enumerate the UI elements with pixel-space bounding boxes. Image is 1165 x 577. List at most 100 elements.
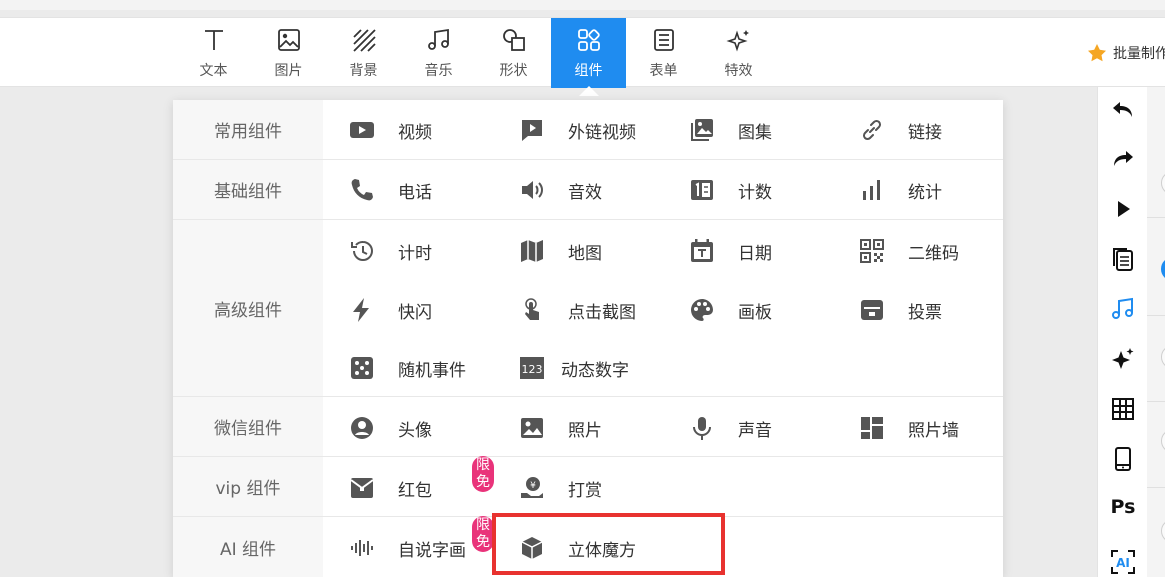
undo-button[interactable] — [1110, 97, 1136, 123]
component-photo-wall[interactable]: 照片墙 — [859, 408, 959, 448]
component-click-screenshot[interactable]: 点击截图 — [519, 290, 636, 330]
tool-effects-label: 特效 — [724, 63, 753, 79]
ai-scan-button[interactable]: AI — [1110, 549, 1136, 575]
component-date[interactable]: 日期 — [689, 231, 772, 271]
component-label: 视频 — [398, 122, 432, 143]
tool-form[interactable]: 表单 — [626, 18, 701, 88]
svg-text:123: 123 — [522, 363, 543, 376]
redo-icon — [1114, 151, 1133, 166]
component-label: 自说字画 — [398, 540, 466, 561]
tool-shape[interactable]: 形状 — [476, 18, 551, 88]
component-label: 计数 — [738, 182, 772, 203]
tool-music[interactable]: 音乐 — [401, 18, 476, 88]
tool-image[interactable]: 图片 — [251, 18, 326, 88]
dice-icon — [351, 357, 373, 379]
divider — [1147, 401, 1165, 402]
tool-image-label: 图片 — [274, 63, 303, 79]
page-item-marker[interactable] — [1161, 171, 1165, 195]
category-label: vip 组件 — [173, 457, 323, 516]
component-label: 统计 — [908, 182, 942, 203]
video-icon — [350, 122, 374, 138]
category-row-advanced: 高级组件 计时 地图 日期 二维码 快闪 点击截图 画板 投票 随机事件 123… — [173, 220, 1003, 397]
gallery-icon — [691, 119, 713, 141]
svg-text:AI: AI — [1116, 556, 1130, 570]
sparkle-icon — [1112, 348, 1134, 369]
component-label: 点击截图 — [568, 302, 636, 323]
map-icon — [521, 240, 543, 262]
batch-create-button[interactable]: 批量制作 — [1087, 43, 1165, 63]
component-random-event[interactable]: 随机事件 — [349, 348, 466, 388]
component-phone[interactable]: 电话 — [349, 170, 432, 210]
divider — [1147, 217, 1165, 218]
component-reward[interactable]: ¥ 打赏 — [519, 468, 602, 508]
form-icon — [653, 29, 674, 51]
component-palette[interactable]: 画板 — [689, 290, 772, 330]
mobile-icon — [1115, 447, 1131, 471]
tool-background[interactable]: 背景 — [326, 18, 401, 88]
redo-button[interactable] — [1110, 146, 1136, 172]
grid-icon — [1112, 398, 1134, 420]
component-vote[interactable]: 投票 — [859, 290, 942, 330]
component-external-video[interactable]: 外链视频 — [519, 110, 636, 150]
tool-text[interactable]: 文本 — [176, 18, 251, 88]
component-self-speak-painting[interactable]: 自说字画 — [349, 528, 466, 568]
page-item-marker-active[interactable] — [1161, 257, 1165, 281]
copy-pages-button[interactable] — [1110, 246, 1136, 272]
tool-effects[interactable]: 特效 — [701, 18, 776, 88]
page-item-marker[interactable] — [1161, 519, 1165, 543]
music-note-icon — [1112, 297, 1133, 319]
component-photo[interactable]: 照片 — [519, 408, 602, 448]
reward-icon: ¥ — [521, 477, 543, 498]
page-item-marker[interactable] — [1161, 429, 1165, 453]
component-label: 照片墙 — [908, 420, 959, 441]
component-avatar[interactable]: 头像 — [349, 408, 432, 448]
component-counter[interactable]: 计数 — [689, 170, 772, 210]
component-label: 图集 — [738, 122, 772, 143]
component-timer[interactable]: 计时 — [349, 231, 432, 271]
ai-scan-icon: AI — [1111, 550, 1135, 574]
component-label: 投票 — [908, 302, 942, 323]
component-link[interactable]: 链接 — [859, 110, 942, 150]
dropdown-caret — [579, 86, 599, 96]
category-label: 常用组件 — [173, 100, 323, 159]
photoshop-button[interactable]: Ps — [1110, 496, 1136, 522]
component-video[interactable]: 视频 — [349, 110, 432, 150]
star-icon — [1088, 44, 1106, 62]
batch-create-label: 批量制作 — [1113, 46, 1165, 62]
component-dynamic-number[interactable]: 123 动态数字 — [519, 348, 629, 388]
component-map[interactable]: 地图 — [519, 231, 602, 271]
component-gallery[interactable]: 图集 — [689, 110, 772, 150]
highlight-box — [492, 513, 725, 575]
component-label: 头像 — [398, 420, 432, 441]
tool-text-label: 文本 — [199, 63, 228, 79]
component-label: 画板 — [738, 302, 772, 323]
component-voice[interactable]: 声音 — [689, 408, 772, 448]
sparkle-button[interactable] — [1110, 346, 1136, 372]
free-badge: 限免 — [472, 456, 494, 492]
mobile-preview-button[interactable] — [1110, 446, 1136, 472]
tool-component[interactable]: 组件 — [551, 18, 626, 88]
microphone-icon — [693, 417, 711, 440]
play-icon — [1118, 201, 1130, 217]
component-stats[interactable]: 统计 — [859, 170, 942, 210]
stats-icon — [863, 180, 880, 200]
component-red-packet[interactable]: 红包 — [349, 468, 432, 508]
tool-music-label: 音乐 — [424, 63, 453, 79]
play-button[interactable] — [1110, 196, 1136, 222]
svg-text:¥: ¥ — [530, 481, 536, 491]
page-item-marker[interactable] — [1161, 345, 1165, 369]
click-screenshot-icon — [525, 298, 539, 320]
waveform-icon — [351, 540, 373, 556]
dynamic-number-icon: 123 — [520, 357, 544, 379]
external-video-icon — [522, 120, 542, 141]
grid-button[interactable] — [1110, 396, 1136, 422]
component-sound-effect[interactable]: 音效 — [519, 170, 602, 210]
effects-icon — [725, 30, 749, 52]
component-qrcode[interactable]: 二维码 — [859, 231, 959, 271]
component-icon — [577, 29, 600, 51]
sound-effect-icon — [522, 181, 543, 199]
component-label: 快闪 — [398, 302, 432, 323]
component-label: 地图 — [568, 243, 602, 264]
component-flash[interactable]: 快闪 — [349, 290, 432, 330]
music-button[interactable] — [1110, 296, 1136, 322]
